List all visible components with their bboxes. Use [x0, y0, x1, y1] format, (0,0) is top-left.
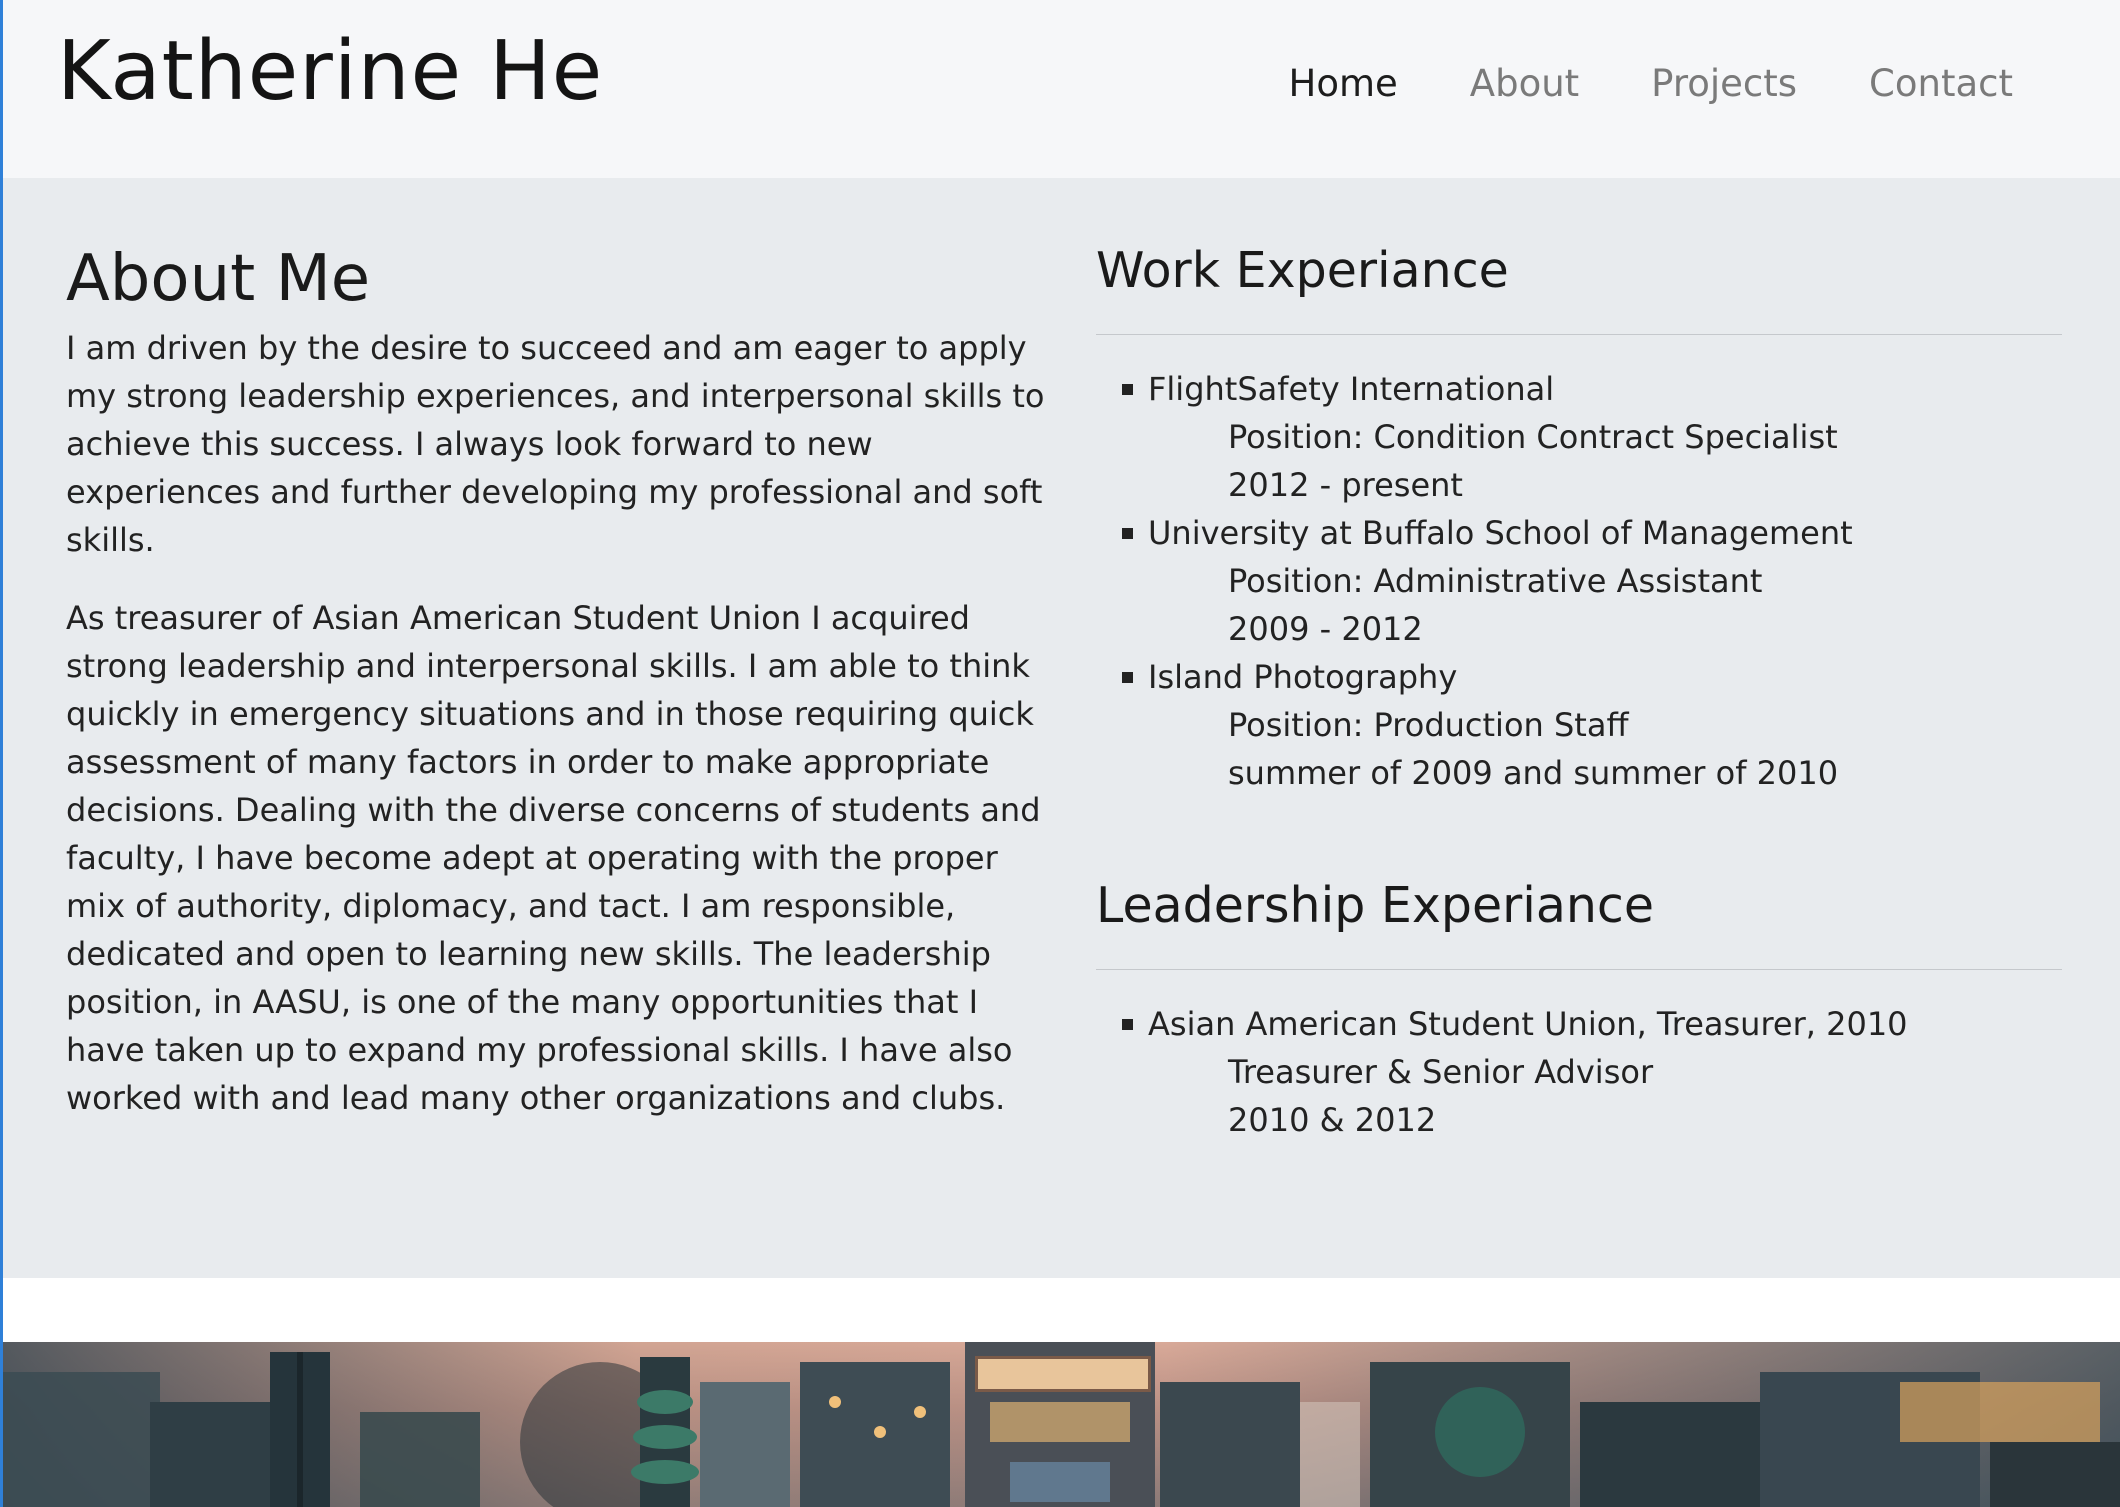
work-item: Island Photography Position: Production …	[1122, 653, 2062, 797]
about-section: About Me I am driven by the desire to su…	[66, 238, 1046, 1152]
work-position: Position: Condition Contract Specialist	[1228, 418, 1838, 456]
leadership-dates: 2010 & 2012	[1228, 1101, 1437, 1139]
main-content: About Me I am driven by the desire to su…	[0, 178, 2120, 1278]
bullet-icon	[1122, 528, 1133, 539]
work-item: FlightSafety International Position: Con…	[1122, 365, 2062, 509]
shop-sign	[975, 1356, 1151, 1392]
about-title: About Me	[66, 242, 371, 316]
work-dates: 2009 - 2012	[1228, 610, 1423, 648]
leadership-org: Asian American Student Union, Treasurer,…	[1148, 1005, 1908, 1043]
leadership-block: Leadership Experiance Asian American Stu…	[1096, 873, 2062, 1144]
leadership-position: Treasurer & Senior Advisor	[1228, 1053, 1654, 1091]
work-org: FlightSafety International	[1148, 370, 1555, 408]
work-list: FlightSafety International Position: Con…	[1096, 365, 2062, 797]
site-title[interactable]: Katherine He	[57, 22, 603, 122]
bullet-icon	[1122, 384, 1133, 395]
work-position: Position: Production Staff	[1228, 706, 1629, 744]
work-dates: summer of 2009 and summer of 2010	[1228, 754, 1839, 792]
footer-banner-image	[0, 1342, 2120, 1507]
work-divider	[1096, 334, 2062, 335]
leadership-item: Asian American Student Union, Treasurer,…	[1122, 1000, 2062, 1144]
leadership-divider	[1096, 969, 2062, 970]
main-nav: Home About Projects Contact	[1289, 60, 2014, 108]
site-header: Katherine He Home About Projects Contact	[0, 0, 2120, 178]
work-title: Work Experiance	[1096, 242, 1509, 299]
page: Katherine He Home About Projects Contact…	[0, 0, 2120, 1507]
work-org: Island Photography	[1148, 658, 1458, 696]
about-paragraph-2: As treasurer of Asian American Student U…	[66, 599, 1041, 1117]
leadership-list: Asian American Student Union, Treasurer,…	[1096, 1000, 2062, 1144]
work-item: University at Buffalo School of Manageme…	[1122, 509, 2062, 653]
work-org: University at Buffalo School of Manageme…	[1148, 514, 1853, 552]
leadership-title: Leadership Experiance	[1096, 877, 1655, 934]
bullet-icon	[1122, 1019, 1133, 1030]
nav-contact[interactable]: Contact	[1869, 60, 2013, 108]
work-block: Work Experiance FlightSafety Internation…	[1096, 238, 2062, 797]
bullet-icon	[1122, 672, 1133, 683]
experience-section: Work Experiance FlightSafety Internation…	[1096, 238, 2062, 1144]
work-position: Position: Administrative Assistant	[1228, 562, 1763, 600]
nav-projects[interactable]: Projects	[1651, 60, 1797, 108]
work-dates: 2012 - present	[1228, 466, 1463, 504]
nav-home[interactable]: Home	[1289, 60, 1398, 108]
nav-about[interactable]: About	[1470, 60, 1579, 108]
about-paragraph-1: I am driven by the desire to succeed and…	[66, 329, 1045, 559]
left-edge-accent	[0, 0, 3, 1507]
